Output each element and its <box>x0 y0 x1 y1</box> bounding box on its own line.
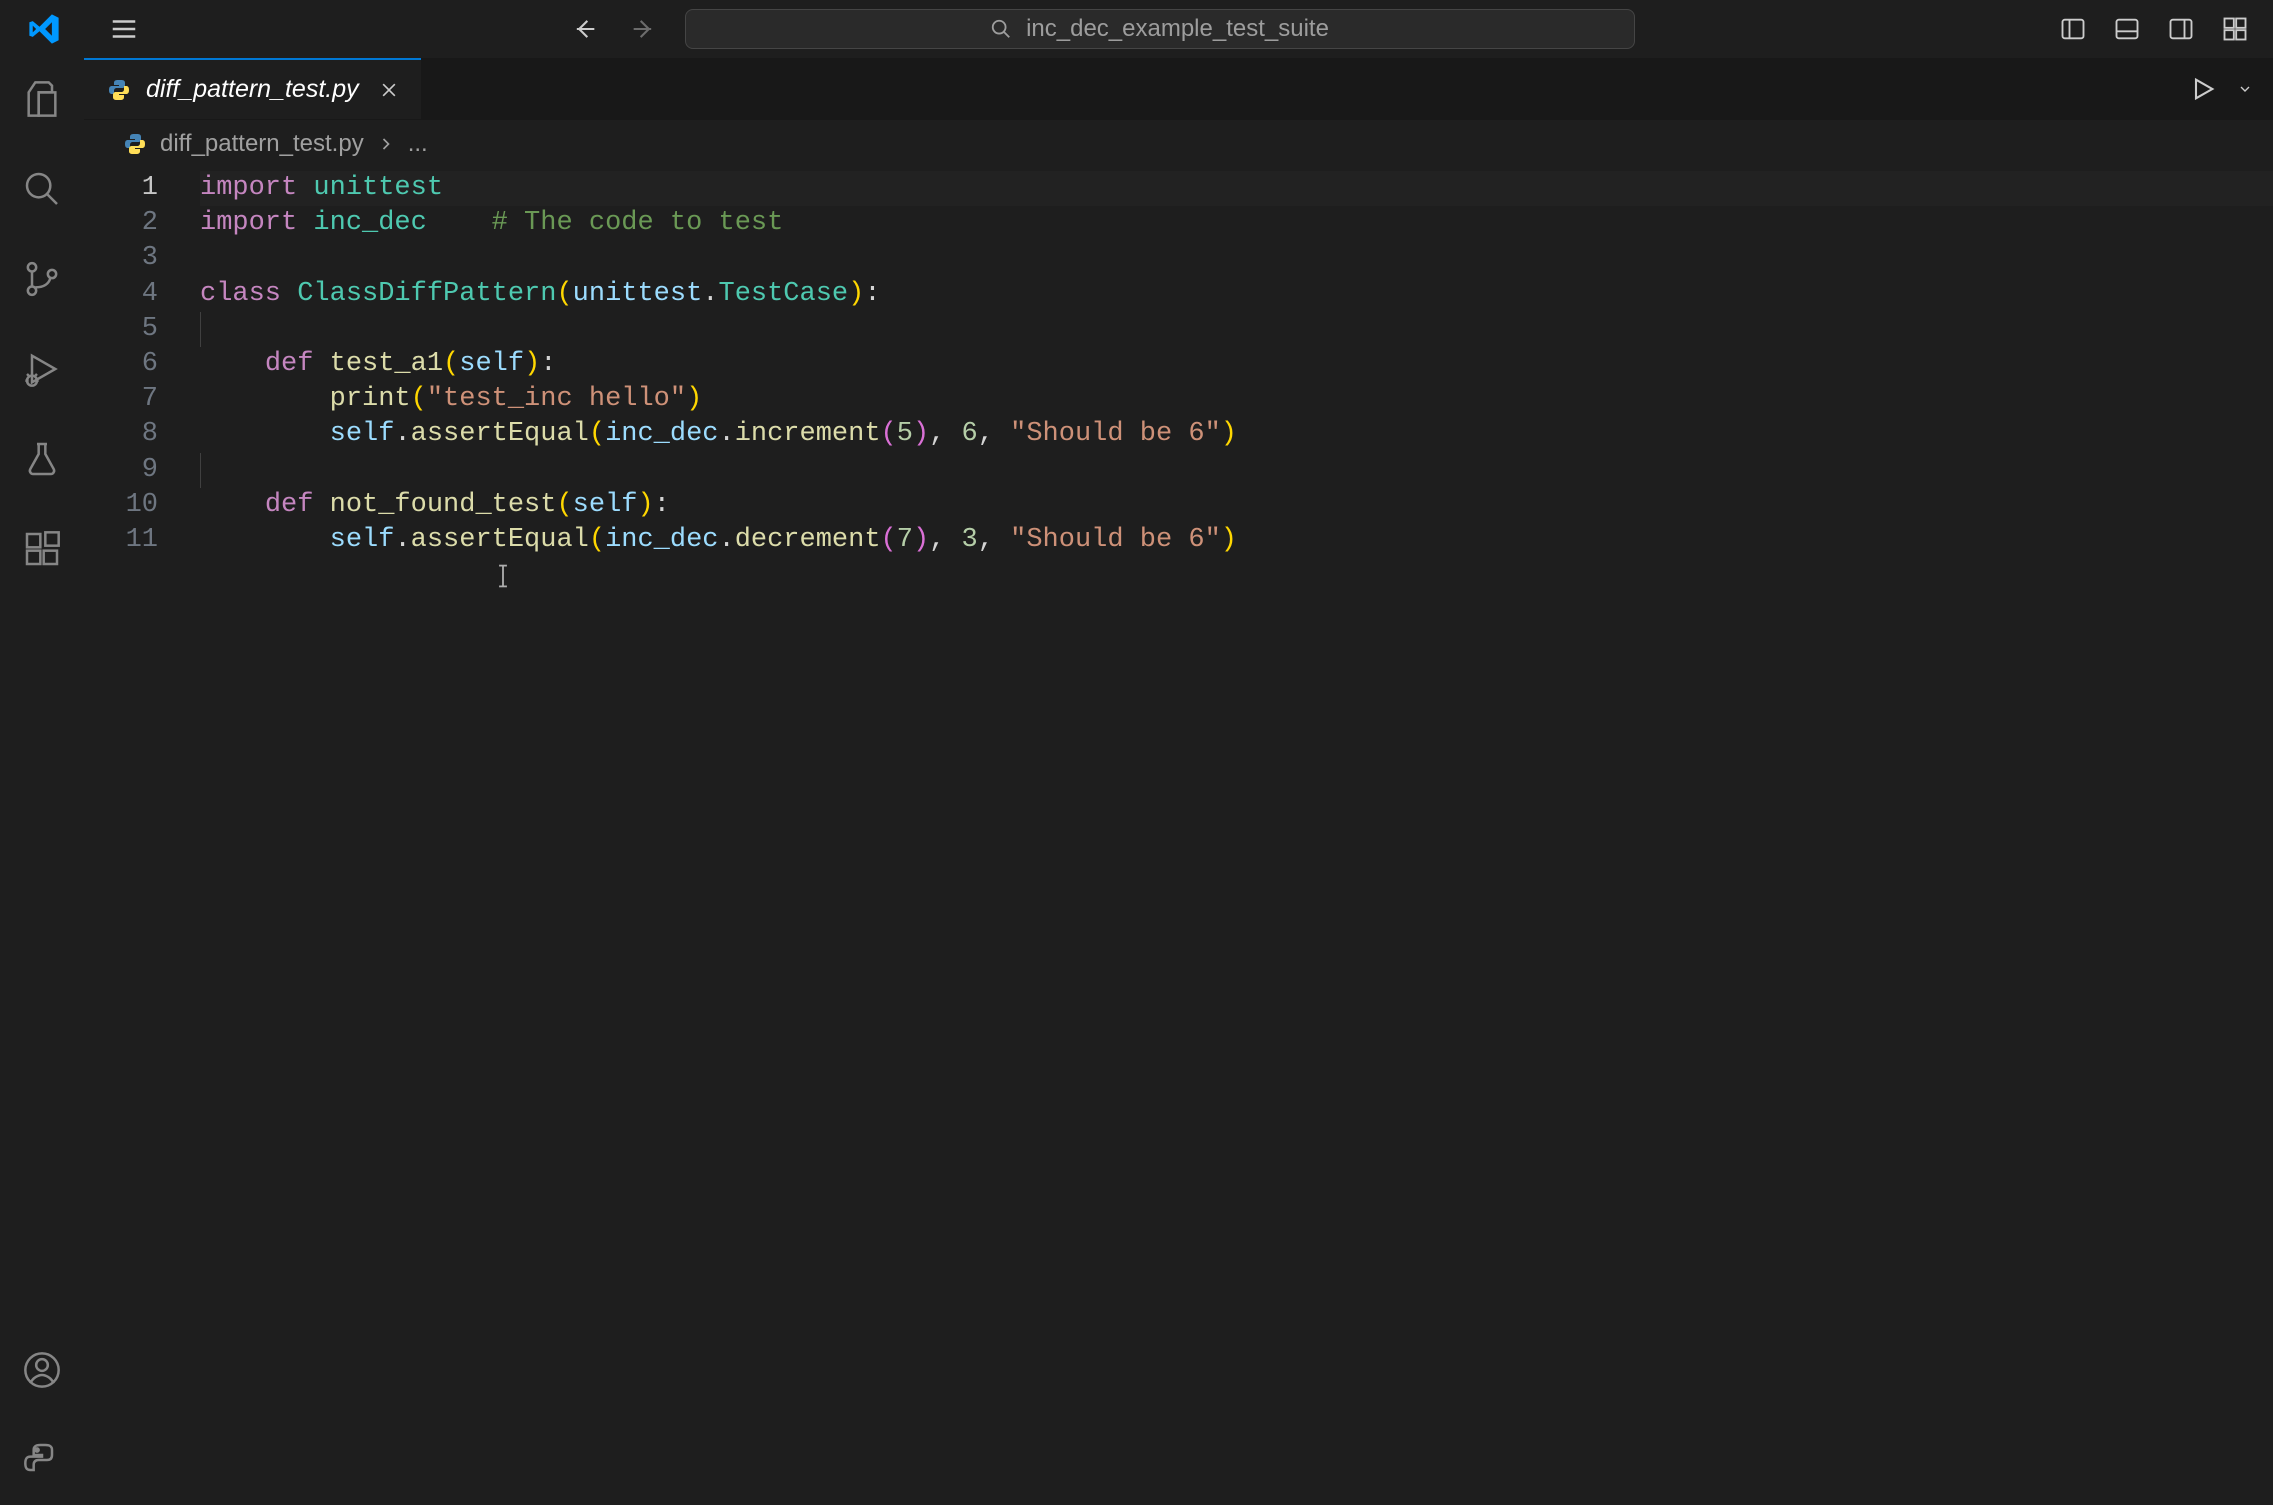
nav-back-icon[interactable] <box>565 9 605 49</box>
toggle-secondary-sidebar-icon[interactable] <box>2163 11 2199 47</box>
code-line[interactable]: import inc_dec # The code to test <box>200 206 2273 241</box>
line-number-gutter: 1 2 3 4 5 6 7 8 9 10 11 <box>84 168 200 1505</box>
command-center[interactable]: inc_dec_example_test_suite <box>685 9 1635 49</box>
explorer-icon[interactable] <box>17 74 67 124</box>
line-number: 7 <box>84 382 158 417</box>
run-file-icon[interactable] <box>2189 75 2217 103</box>
editor-area: diff_pattern_test.py diff_pattern_test.p… <box>84 58 2273 1505</box>
text-cursor-icon <box>495 563 511 589</box>
editor-actions <box>2189 58 2273 119</box>
line-number: 11 <box>84 523 158 558</box>
line-number: 9 <box>84 453 158 488</box>
command-center-text: inc_dec_example_test_suite <box>1026 15 1329 43</box>
code-line[interactable]: self.assertEqual(inc_dec.decrement(7), 3… <box>200 523 2273 558</box>
nav-arrows <box>565 9 663 49</box>
line-number: 6 <box>84 347 158 382</box>
title-bar: inc_dec_example_test_suite <box>0 0 2273 58</box>
activity-bar <box>0 58 84 1505</box>
tab-filename: diff_pattern_test.py <box>146 75 359 104</box>
code-line[interactable]: class ClassDiffPattern(unittest.TestCase… <box>200 277 2273 312</box>
breadcrumb-file: diff_pattern_test.py <box>160 130 364 158</box>
code-line[interactable]: print("test_inc hello") <box>200 382 2273 417</box>
code-line[interactable]: def test_a1(self): <box>200 347 2273 382</box>
accounts-icon[interactable] <box>17 1345 67 1395</box>
line-number: 10 <box>84 488 158 523</box>
menu-icon[interactable] <box>104 9 144 49</box>
code-line[interactable]: def not_found_test(self): <box>200 488 2273 523</box>
code-content[interactable]: import unittest import inc_dec # The cod… <box>200 168 2273 1505</box>
line-number: 2 <box>84 206 158 241</box>
run-dropdown-icon[interactable] <box>2237 81 2253 97</box>
vscode-logo-icon <box>24 9 64 49</box>
line-number: 3 <box>84 241 158 276</box>
nav-forward-icon[interactable] <box>623 9 663 49</box>
customize-layout-icon[interactable] <box>2217 11 2253 47</box>
python-file-icon <box>106 77 132 103</box>
close-tab-icon[interactable] <box>379 80 399 100</box>
line-number: 5 <box>84 312 158 347</box>
code-editor[interactable]: 1 2 3 4 5 6 7 8 9 10 11 import unittest … <box>84 168 2273 1505</box>
tab-bar: diff_pattern_test.py <box>84 58 2273 120</box>
layout-controls <box>2055 11 2253 47</box>
editor-tab[interactable]: diff_pattern_test.py <box>84 58 421 119</box>
search-icon[interactable] <box>17 164 67 214</box>
toggle-primary-sidebar-icon[interactable] <box>2055 11 2091 47</box>
code-line[interactable] <box>200 241 2273 276</box>
line-number: 4 <box>84 277 158 312</box>
toggle-panel-icon[interactable] <box>2109 11 2145 47</box>
breadcrumb[interactable]: diff_pattern_test.py ... <box>84 120 2273 168</box>
testing-icon[interactable] <box>17 434 67 484</box>
source-control-icon[interactable] <box>17 254 67 304</box>
line-number: 1 <box>84 171 158 206</box>
python-file-icon <box>122 131 148 157</box>
code-line[interactable] <box>200 312 2273 347</box>
run-debug-icon[interactable] <box>17 344 67 394</box>
python-env-icon[interactable] <box>17 1435 67 1485</box>
line-number: 8 <box>84 417 158 452</box>
chevron-right-icon <box>376 134 396 154</box>
code-line[interactable]: self.assertEqual(inc_dec.increment(5), 6… <box>200 417 2273 452</box>
extensions-icon[interactable] <box>17 524 67 574</box>
breadcrumb-ellipsis[interactable]: ... <box>408 130 428 158</box>
code-line[interactable] <box>200 453 2273 488</box>
code-line[interactable]: import unittest <box>200 171 2273 206</box>
